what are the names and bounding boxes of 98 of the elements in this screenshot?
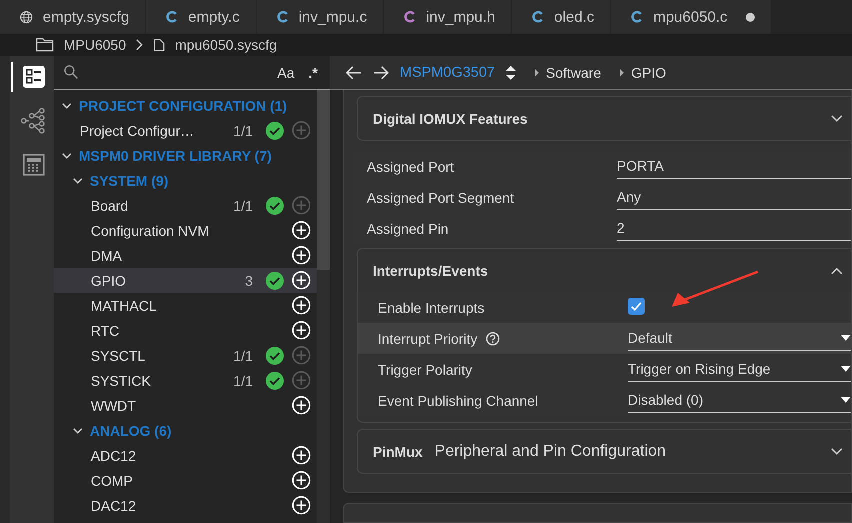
dropdown[interactable]: Disabled (0) (628, 388, 851, 413)
tree-item-label: MATHACL (91, 298, 158, 314)
field-label: Assigned Pin (367, 220, 449, 236)
caret-down-icon[interactable] (841, 397, 851, 403)
tree-item[interactable]: WWDT (54, 393, 317, 418)
caret-right-icon (620, 68, 624, 76)
caret-down-icon[interactable] (841, 335, 851, 341)
section-tag: PinMux (373, 444, 423, 460)
tree-item[interactable]: COMP (54, 468, 317, 493)
tree-item-label: SYSTICK (91, 372, 152, 388)
file-type-icon (631, 11, 644, 23)
dropdown[interactable]: Default (628, 326, 851, 351)
tree-item-label: RTC (91, 322, 121, 338)
scrollbar-thumb[interactable] (317, 90, 330, 270)
forward-arrow-icon[interactable] (373, 66, 389, 80)
chevron-down-icon[interactable] (73, 426, 83, 436)
count-label: 1/1 (234, 348, 253, 364)
caret-down-icon[interactable] (841, 366, 851, 372)
field-label: Trigger Polarity (378, 362, 472, 378)
editor-tab[interactable]: mpu6050.c (611, 0, 772, 34)
field-label: Enable Interrupts (378, 300, 485, 316)
help-icon[interactable] (486, 332, 500, 346)
search-icon[interactable] (64, 65, 79, 80)
tree-item-label: DAC12 (91, 498, 138, 514)
tree-item-label: GPIO (91, 272, 128, 288)
field-label: Assigned Port (367, 158, 454, 174)
breadcrumb-folder[interactable]: MPU6050 (64, 37, 126, 53)
tree-item-label: ADC12 (91, 448, 138, 464)
back-arrow-icon[interactable] (346, 66, 362, 80)
match-case-toggle[interactable]: Aa (278, 64, 295, 80)
file-type-icon (276, 11, 289, 23)
chevron-down-icon[interactable] (73, 176, 83, 186)
text-field[interactable]: PORTA (617, 154, 851, 179)
chevron-up-icon[interactable] (831, 266, 843, 274)
tab-label: inv_mpu.c (298, 8, 368, 26)
chevron-down-icon[interactable] (62, 150, 72, 160)
breadcrumb-item[interactable]: Software (546, 64, 602, 80)
chevron-down-icon[interactable] (62, 100, 72, 110)
chevron-right-icon (136, 39, 144, 51)
tree-item[interactable]: ADC12 (54, 443, 317, 468)
section-header[interactable]: Interrupts/Events (358, 249, 851, 292)
field-label: Assigned Port Segment (367, 190, 514, 206)
tree-item-label: Project Configur… (80, 122, 196, 138)
file-icon (154, 38, 166, 52)
section-header[interactable]: Digital IOMUX Features (358, 97, 851, 140)
regex-toggle[interactable]: .* (308, 64, 318, 80)
chevron-down-icon[interactable] (831, 114, 843, 122)
section-title: Peripheral and Pin Configuration (434, 442, 666, 460)
tree-item[interactable]: GPIO 3 (54, 268, 317, 293)
tab-label: oled.c (554, 8, 594, 26)
text-field[interactable]: Any (617, 185, 851, 210)
editor-tab[interactable]: oled.c (512, 0, 612, 34)
tree-item[interactable]: DAC12 (54, 493, 317, 518)
tab-label: mpu6050.c (653, 8, 728, 26)
section-title: Interrupts/Events (373, 262, 488, 278)
tree-item[interactable]: Project Configur… 1/1 (54, 118, 317, 143)
editor-tab[interactable]: inv_mpu.c (256, 0, 384, 34)
count-label: 3 (245, 272, 253, 288)
tab-label: empty.c (188, 8, 240, 26)
device-link[interactable]: MSPM0G3507 (400, 64, 496, 80)
field-label: Interrupt Priority (378, 330, 478, 346)
checkbox[interactable] (628, 298, 645, 314)
tree-item-label: SYSCTL (91, 348, 146, 364)
tree-item[interactable]: MATHACL (54, 293, 317, 318)
text-field[interactable]: 2 (617, 216, 851, 241)
editor-tab[interactable]: inv_mpu.h (384, 0, 512, 34)
count-label: 1/1 (234, 122, 253, 138)
editor-tab[interactable]: empty.c (146, 0, 257, 34)
chevron-down-icon[interactable] (831, 448, 843, 456)
tab-label: empty.syscfg (43, 8, 130, 26)
file-type-icon (404, 11, 416, 23)
tree-item-label: WWDT (91, 398, 138, 414)
tab-label: inv_mpu.h (426, 8, 496, 26)
tree-item[interactable]: SYSCTL 1/1 (54, 343, 317, 368)
field-label: Event Publishing Channel (378, 392, 538, 408)
count-label: 1/1 (234, 198, 253, 214)
tree-item[interactable]: Configuration NVM (54, 218, 317, 243)
tree-item-label: Board (91, 198, 130, 214)
breadcrumb-item[interactable]: GPIO (631, 64, 666, 80)
section-header[interactable]: PinMux Peripheral and Pin Configuration (358, 430, 851, 473)
folder-icon (36, 38, 54, 52)
tree-item-label: DMA (91, 248, 124, 264)
count-label: 1/1 (234, 372, 253, 388)
tree-item[interactable]: DMA (54, 243, 317, 268)
globe-icon (20, 10, 33, 24)
breadcrumb-file[interactable]: mpu6050.syscfg (175, 37, 278, 53)
tree-item-label: COMP (91, 472, 134, 488)
tree-item[interactable]: RTC (54, 318, 317, 343)
section-title: Digital IOMUX Features (373, 110, 528, 126)
sort-icon[interactable] (506, 66, 516, 80)
tree-item[interactable]: Board 1/1 (54, 193, 317, 218)
file-type-icon (532, 11, 544, 23)
tree-item[interactable]: SYSTICK 1/1 (54, 368, 317, 393)
caret-right-icon (535, 68, 540, 76)
tree-item-label: Configuration NVM (91, 222, 210, 238)
file-type-icon (166, 11, 178, 23)
dropdown[interactable]: Trigger on Rising Edge (628, 357, 851, 382)
editor-tab[interactable]: empty.syscfg (0, 0, 146, 34)
